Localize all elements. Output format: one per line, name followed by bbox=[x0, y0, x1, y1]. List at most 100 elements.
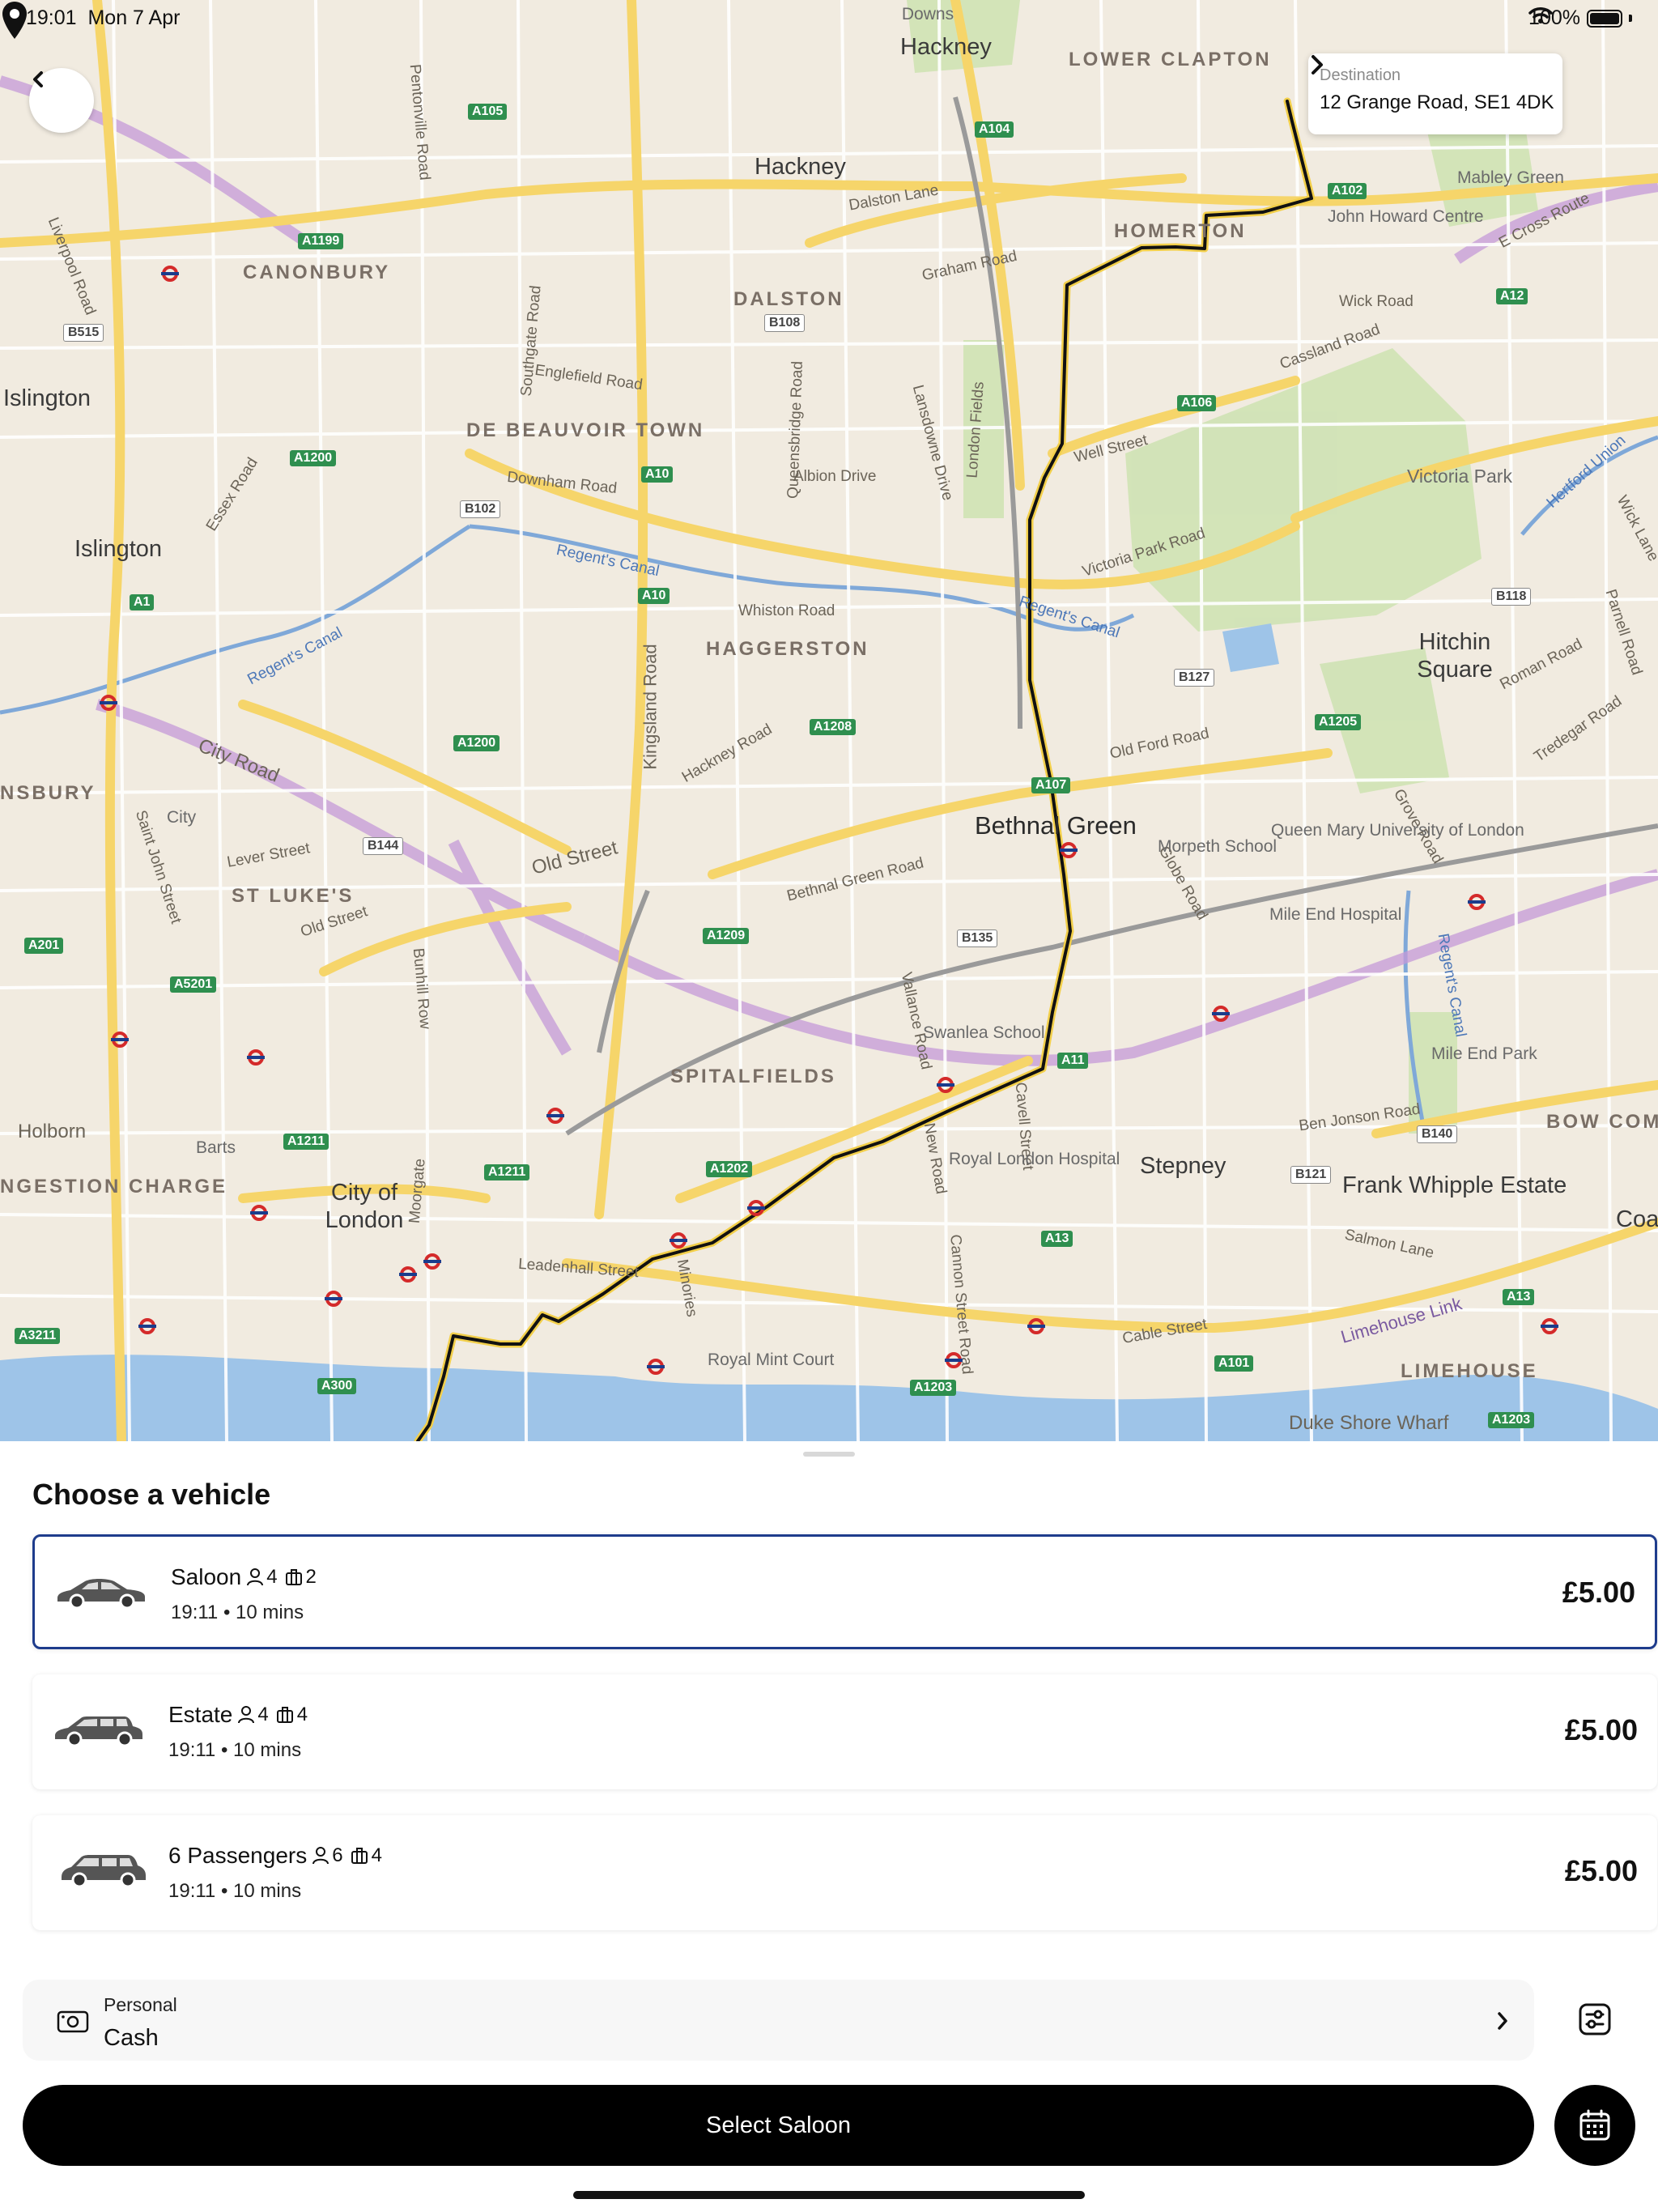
luggage-count: 4 bbox=[371, 1844, 382, 1866]
road-badge: A1 bbox=[130, 594, 155, 610]
tube-station-icon bbox=[1212, 1006, 1230, 1022]
luggage-icon bbox=[276, 1707, 293, 1723]
status-bar-time: 19:01 Mon 7 Apr bbox=[26, 6, 180, 30]
place-label: City bbox=[167, 808, 197, 827]
road-badge: A1199 bbox=[298, 233, 344, 249]
vehicle-price: £5.00 bbox=[1564, 1713, 1638, 1746]
passenger-icon bbox=[312, 1847, 329, 1865]
road-badge: A11 bbox=[1057, 1053, 1089, 1069]
payment-method: Cash bbox=[104, 2025, 159, 2051]
area-label: ST LUKE'S bbox=[232, 885, 355, 907]
tube-station-icon bbox=[250, 1205, 268, 1221]
tube-station-icon bbox=[747, 1200, 765, 1216]
road-badge: A106 bbox=[1177, 395, 1217, 411]
vehicle-name-row: Estate 4 4 bbox=[168, 1702, 308, 1728]
place-label: Bethnal Green bbox=[975, 811, 1137, 840]
road-badge: A3211 bbox=[15, 1328, 61, 1344]
place-label: Hackney bbox=[755, 154, 846, 180]
road-badge: B108 bbox=[764, 314, 806, 332]
road-badge: A300 bbox=[317, 1378, 357, 1394]
tube-station-icon bbox=[647, 1359, 665, 1375]
status-bar-right: 100% bbox=[1528, 6, 1632, 30]
options-button[interactable] bbox=[1566, 1990, 1624, 2048]
tube-station-icon bbox=[1468, 894, 1486, 910]
vehicle-option-estate[interactable]: Estate 4 4 19:11 • 10 mins £5.00 bbox=[32, 1674, 1657, 1789]
tube-station-icon bbox=[247, 1049, 265, 1066]
road-badge: A1202 bbox=[706, 1161, 753, 1177]
place-label: Islington bbox=[74, 536, 163, 562]
road-badge: B118 bbox=[1491, 588, 1532, 606]
road-badge: B515 bbox=[63, 324, 104, 342]
vehicle-name-row: 6 Passengers 6 4 bbox=[168, 1843, 382, 1869]
chevron-left-icon bbox=[33, 71, 43, 87]
luggage-icon bbox=[285, 1569, 302, 1585]
select-vehicle-button[interactable]: Select Saloon bbox=[23, 2085, 1534, 2166]
vehicle-eta: 19:11 • 10 mins bbox=[168, 1739, 302, 1761]
poi-label: Mile End Hospital bbox=[1269, 905, 1402, 924]
place-label: Victoria Park bbox=[1407, 466, 1512, 487]
road-badge: A1200 bbox=[453, 735, 500, 751]
place-label: Hitchin Square bbox=[1417, 629, 1493, 683]
back-button[interactable] bbox=[29, 68, 94, 133]
vehicle-option-6-passengers[interactable]: 6 Passengers 6 4 19:11 • 10 mins £5.00 bbox=[32, 1815, 1657, 1930]
home-indicator[interactable] bbox=[573, 2191, 1085, 2199]
vehicle-name-row: Saloon 4 2 bbox=[171, 1564, 317, 1590]
passenger-count: 6 bbox=[332, 1844, 343, 1866]
poi-label: Downs bbox=[901, 5, 954, 23]
status-date: Mon 7 Apr bbox=[87, 6, 181, 29]
destination-label: Destination bbox=[1320, 66, 1401, 84]
cash-icon bbox=[57, 2010, 89, 2033]
road-label: Wick Road bbox=[1339, 293, 1414, 310]
area-label: DALSTON bbox=[733, 288, 844, 310]
destination-card[interactable]: Destination 12 Grange Road, SE1 4DK bbox=[1308, 53, 1562, 134]
schedule-button[interactable] bbox=[1554, 2085, 1635, 2166]
road-badge: A1203 bbox=[910, 1380, 957, 1396]
vehicle-option-saloon[interactable]: Saloon 4 2 19:11 • 10 mins £5.00 bbox=[32, 1534, 1657, 1649]
area-label: DE BEAUVOIR TOWN bbox=[466, 419, 705, 441]
tube-station-icon bbox=[1541, 1318, 1558, 1334]
road-badge: B144 bbox=[363, 837, 404, 855]
car-estate-icon bbox=[55, 1716, 142, 1747]
destination-address: 12 Grange Road, SE1 4DK bbox=[1320, 91, 1554, 113]
chevron-right-icon bbox=[1312, 55, 1323, 74]
road-label: Duke Shore Wharf bbox=[1289, 1412, 1449, 1434]
tube-station-icon bbox=[546, 1108, 564, 1124]
place-label: Frank Whipple Estate bbox=[1342, 1172, 1567, 1198]
place-label: Coal bbox=[1616, 1206, 1658, 1232]
chevron-right-icon bbox=[1498, 2012, 1507, 2030]
payment-type: Personal bbox=[104, 1994, 177, 2015]
luggage-icon bbox=[351, 1848, 368, 1864]
payment-method-row[interactable]: Personal Cash bbox=[23, 1980, 1534, 2061]
area-label: SPITALFIELDS bbox=[670, 1066, 836, 1087]
road-badge: A1211 bbox=[484, 1164, 530, 1180]
vehicle-name: 6 Passengers bbox=[168, 1843, 308, 1868]
area-label: LOWER CLAPTON bbox=[1069, 49, 1272, 70]
road-badge: A1205 bbox=[1315, 714, 1362, 730]
road-badge: B102 bbox=[460, 500, 501, 518]
luggage-count: 2 bbox=[305, 1566, 317, 1588]
location-pin-icon bbox=[2, 2, 27, 39]
battery-cap bbox=[1629, 15, 1632, 22]
tube-station-icon bbox=[399, 1266, 417, 1283]
road-badge: A12 bbox=[1496, 288, 1528, 304]
road-label: Holborn bbox=[18, 1121, 87, 1142]
area-label: HOMERTON bbox=[1114, 220, 1247, 242]
road-badge: A101 bbox=[1214, 1355, 1254, 1372]
tube-station-icon bbox=[945, 1352, 963, 1368]
drag-handle[interactable] bbox=[803, 1452, 855, 1457]
road-badge: A102 bbox=[1328, 183, 1367, 199]
poi-label: Royal London Hospital bbox=[949, 1150, 1120, 1168]
place-label: Barts bbox=[196, 1138, 236, 1157]
vehicle-time: 19:11 bbox=[171, 1602, 219, 1623]
tube-station-icon bbox=[111, 1032, 129, 1048]
poi-label: Swanlea School bbox=[923, 1023, 1045, 1042]
road-badge: A1200 bbox=[290, 450, 337, 466]
car-mpv-icon bbox=[62, 1855, 146, 1888]
vehicle-time: 19:11 bbox=[168, 1880, 216, 1902]
area-label: HAGGERSTON bbox=[706, 638, 869, 660]
map-view[interactable]: LOWER CLAPTON CANONBURY DALSTON DE BEAUV… bbox=[0, 0, 1658, 1441]
vehicle-price: £5.00 bbox=[1562, 1576, 1635, 1609]
vehicle-time: 19:11 bbox=[168, 1739, 216, 1761]
passenger-count: 4 bbox=[257, 1704, 269, 1725]
tube-station-icon bbox=[670, 1232, 687, 1249]
